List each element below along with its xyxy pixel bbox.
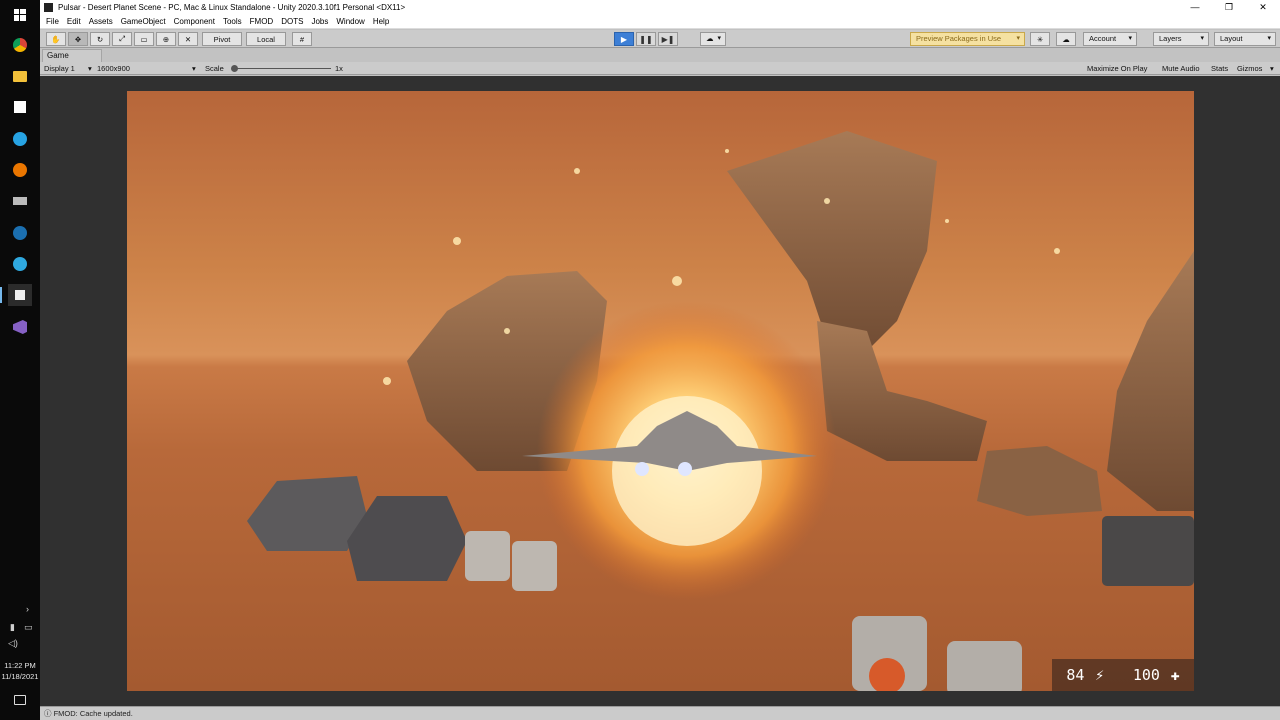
info-icon: ⓘ: [44, 709, 54, 718]
clock-date: 11/18/2021: [1, 672, 39, 681]
notification-icon[interactable]: [14, 695, 26, 705]
menu-help[interactable]: Help: [373, 17, 389, 26]
scale-tool-icon[interactable]: ⤢: [112, 32, 132, 46]
stats-toggle[interactable]: Stats: [1211, 62, 1228, 75]
mute-audio-toggle[interactable]: Mute Audio: [1162, 62, 1200, 75]
maximize-button[interactable]: ❐: [1212, 0, 1246, 15]
layers-label: Layers: [1159, 34, 1182, 43]
maximize-on-play-toggle[interactable]: Maximize On Play: [1087, 62, 1147, 75]
custom-tool-icon[interactable]: ✕: [178, 32, 198, 46]
title-bar: Pulsar - Desert Planet Scene - PC, Mac &…: [40, 0, 1280, 15]
visual-studio-icon[interactable]: [8, 316, 32, 338]
game-render[interactable]: 84 ⚡ 100 ✚: [127, 91, 1194, 691]
menu-edit[interactable]: Edit: [67, 17, 81, 26]
game-view: 84 ⚡ 100 ✚: [40, 76, 1280, 706]
move-tool-icon[interactable]: ✥: [68, 32, 88, 46]
play-button[interactable]: ▶: [614, 32, 634, 46]
chevron-up-icon[interactable]: ›: [26, 604, 29, 614]
player-hud: 84 ⚡ 100 ✚: [1052, 659, 1194, 691]
game-view-toolbar: Display 1 ▾ 1600x900 ▾ Scale 1x Maximize…: [40, 62, 1280, 75]
gizmos-chevron-icon[interactable]: ▾: [1270, 62, 1274, 75]
layers-dropdown[interactable]: Layers: [1153, 32, 1209, 46]
resolution-dropdown[interactable]: 1600x900: [97, 62, 130, 75]
chrome-icon[interactable]: [8, 34, 32, 56]
scale-slider-handle[interactable]: [231, 65, 238, 72]
lightning-icon: ⚡: [1095, 666, 1105, 684]
display-chevron-icon[interactable]: ▾: [88, 62, 92, 75]
account-label: Account: [1089, 34, 1117, 43]
unity-logo-icon: [44, 3, 53, 12]
display-icon[interactable]: ▭: [24, 622, 33, 633]
layout-label: Layout: [1220, 34, 1243, 43]
network-icon[interactable]: ▮: [10, 622, 15, 633]
steam-icon[interactable]: [8, 222, 32, 244]
menu-tools[interactable]: Tools: [223, 17, 242, 26]
local-toggle[interactable]: Local: [246, 32, 286, 46]
menu-component[interactable]: Component: [174, 17, 215, 26]
tab-game[interactable]: Game: [42, 49, 102, 62]
account-dropdown[interactable]: Account: [1083, 32, 1137, 46]
game-tab-label: Game: [47, 51, 69, 60]
pivot-label: Pivot: [213, 34, 231, 44]
rotate-tool-icon[interactable]: ↻: [90, 32, 110, 46]
preview-packages-label: Preview Packages in Use: [916, 34, 1002, 43]
rect-tool-icon[interactable]: ▭: [134, 32, 154, 46]
resolution-chevron-icon[interactable]: ▾: [192, 62, 196, 75]
main-toolbar: ✋ ✥ ↻ ⤢ ▭ ⊕ ✕ Pivot Local # ▶ ❚❚ ▶❚ ☁ Pr…: [40, 30, 1280, 48]
status-message[interactable]: FMOD: Cache updated.: [54, 709, 133, 718]
scale-label: Scale: [205, 64, 224, 73]
window-title: Pulsar - Desert Planet Scene - PC, Mac &…: [58, 3, 406, 12]
plus-icon: ✚: [1170, 666, 1180, 684]
layout-dropdown[interactable]: Layout: [1214, 32, 1276, 46]
preview-packages-dropdown[interactable]: Preview Packages in Use: [910, 32, 1025, 46]
minimize-button[interactable]: —: [1178, 0, 1212, 15]
collab-dropdown[interactable]: ☁: [700, 32, 726, 46]
scale-value: 1x: [335, 64, 343, 73]
step-button[interactable]: ▶❚: [658, 32, 678, 46]
unity-editor-icon[interactable]: [0, 284, 32, 306]
file-explorer-icon[interactable]: [8, 65, 32, 87]
display-dropdown[interactable]: Display 1: [44, 62, 75, 75]
blender-icon[interactable]: [8, 159, 32, 181]
services-icon[interactable]: ✳: [1030, 32, 1050, 46]
status-bar: ⓘ FMOD: Cache updated.: [40, 706, 1280, 720]
health-value: 100: [1132, 666, 1160, 684]
menu-gameobject[interactable]: GameObject: [121, 17, 166, 26]
menu-dots[interactable]: DOTS: [281, 17, 303, 26]
menu-bar: File Edit Assets GameObject Component To…: [40, 15, 1280, 29]
windows-start-icon[interactable]: [8, 4, 32, 26]
local-label: Local: [257, 34, 275, 44]
pause-button[interactable]: ❚❚: [636, 32, 656, 46]
taskbar-clock[interactable]: 11:22 PM 11/18/2021: [0, 660, 40, 682]
volume-icon[interactable]: ◁): [8, 638, 18, 649]
app-icon[interactable]: [8, 190, 32, 212]
gizmos-toggle[interactable]: Gizmos: [1237, 62, 1262, 75]
menu-file[interactable]: File: [46, 17, 59, 26]
menu-jobs[interactable]: Jobs: [311, 17, 328, 26]
menu-window[interactable]: Window: [336, 17, 364, 26]
unity-hub-icon[interactable]: [8, 96, 32, 118]
grid-snap-icon[interactable]: #: [292, 32, 312, 46]
hand-tool-icon[interactable]: ✋: [46, 32, 66, 46]
scale-slider-track[interactable]: [233, 68, 331, 69]
pivot-toggle[interactable]: Pivot: [202, 32, 242, 46]
cloud-icon[interactable]: ☁: [1056, 32, 1076, 46]
windows-taskbar: › ▮ ▭ ◁) 11:22 PM 11/18/2021: [0, 0, 40, 720]
menu-fmod[interactable]: FMOD: [250, 17, 274, 26]
unity-editor-window: Pulsar - Desert Planet Scene - PC, Mac &…: [40, 0, 1280, 720]
menu-assets[interactable]: Assets: [89, 17, 113, 26]
clock-time: 11:22 PM: [4, 661, 36, 670]
close-button[interactable]: ✕: [1246, 0, 1280, 15]
app-icon[interactable]: [8, 128, 32, 150]
desert-scene-image: [247, 131, 1194, 691]
app-icon[interactable]: [8, 253, 32, 275]
energy-value: 84: [1066, 666, 1085, 684]
transform-tool-icon[interactable]: ⊕: [156, 32, 176, 46]
